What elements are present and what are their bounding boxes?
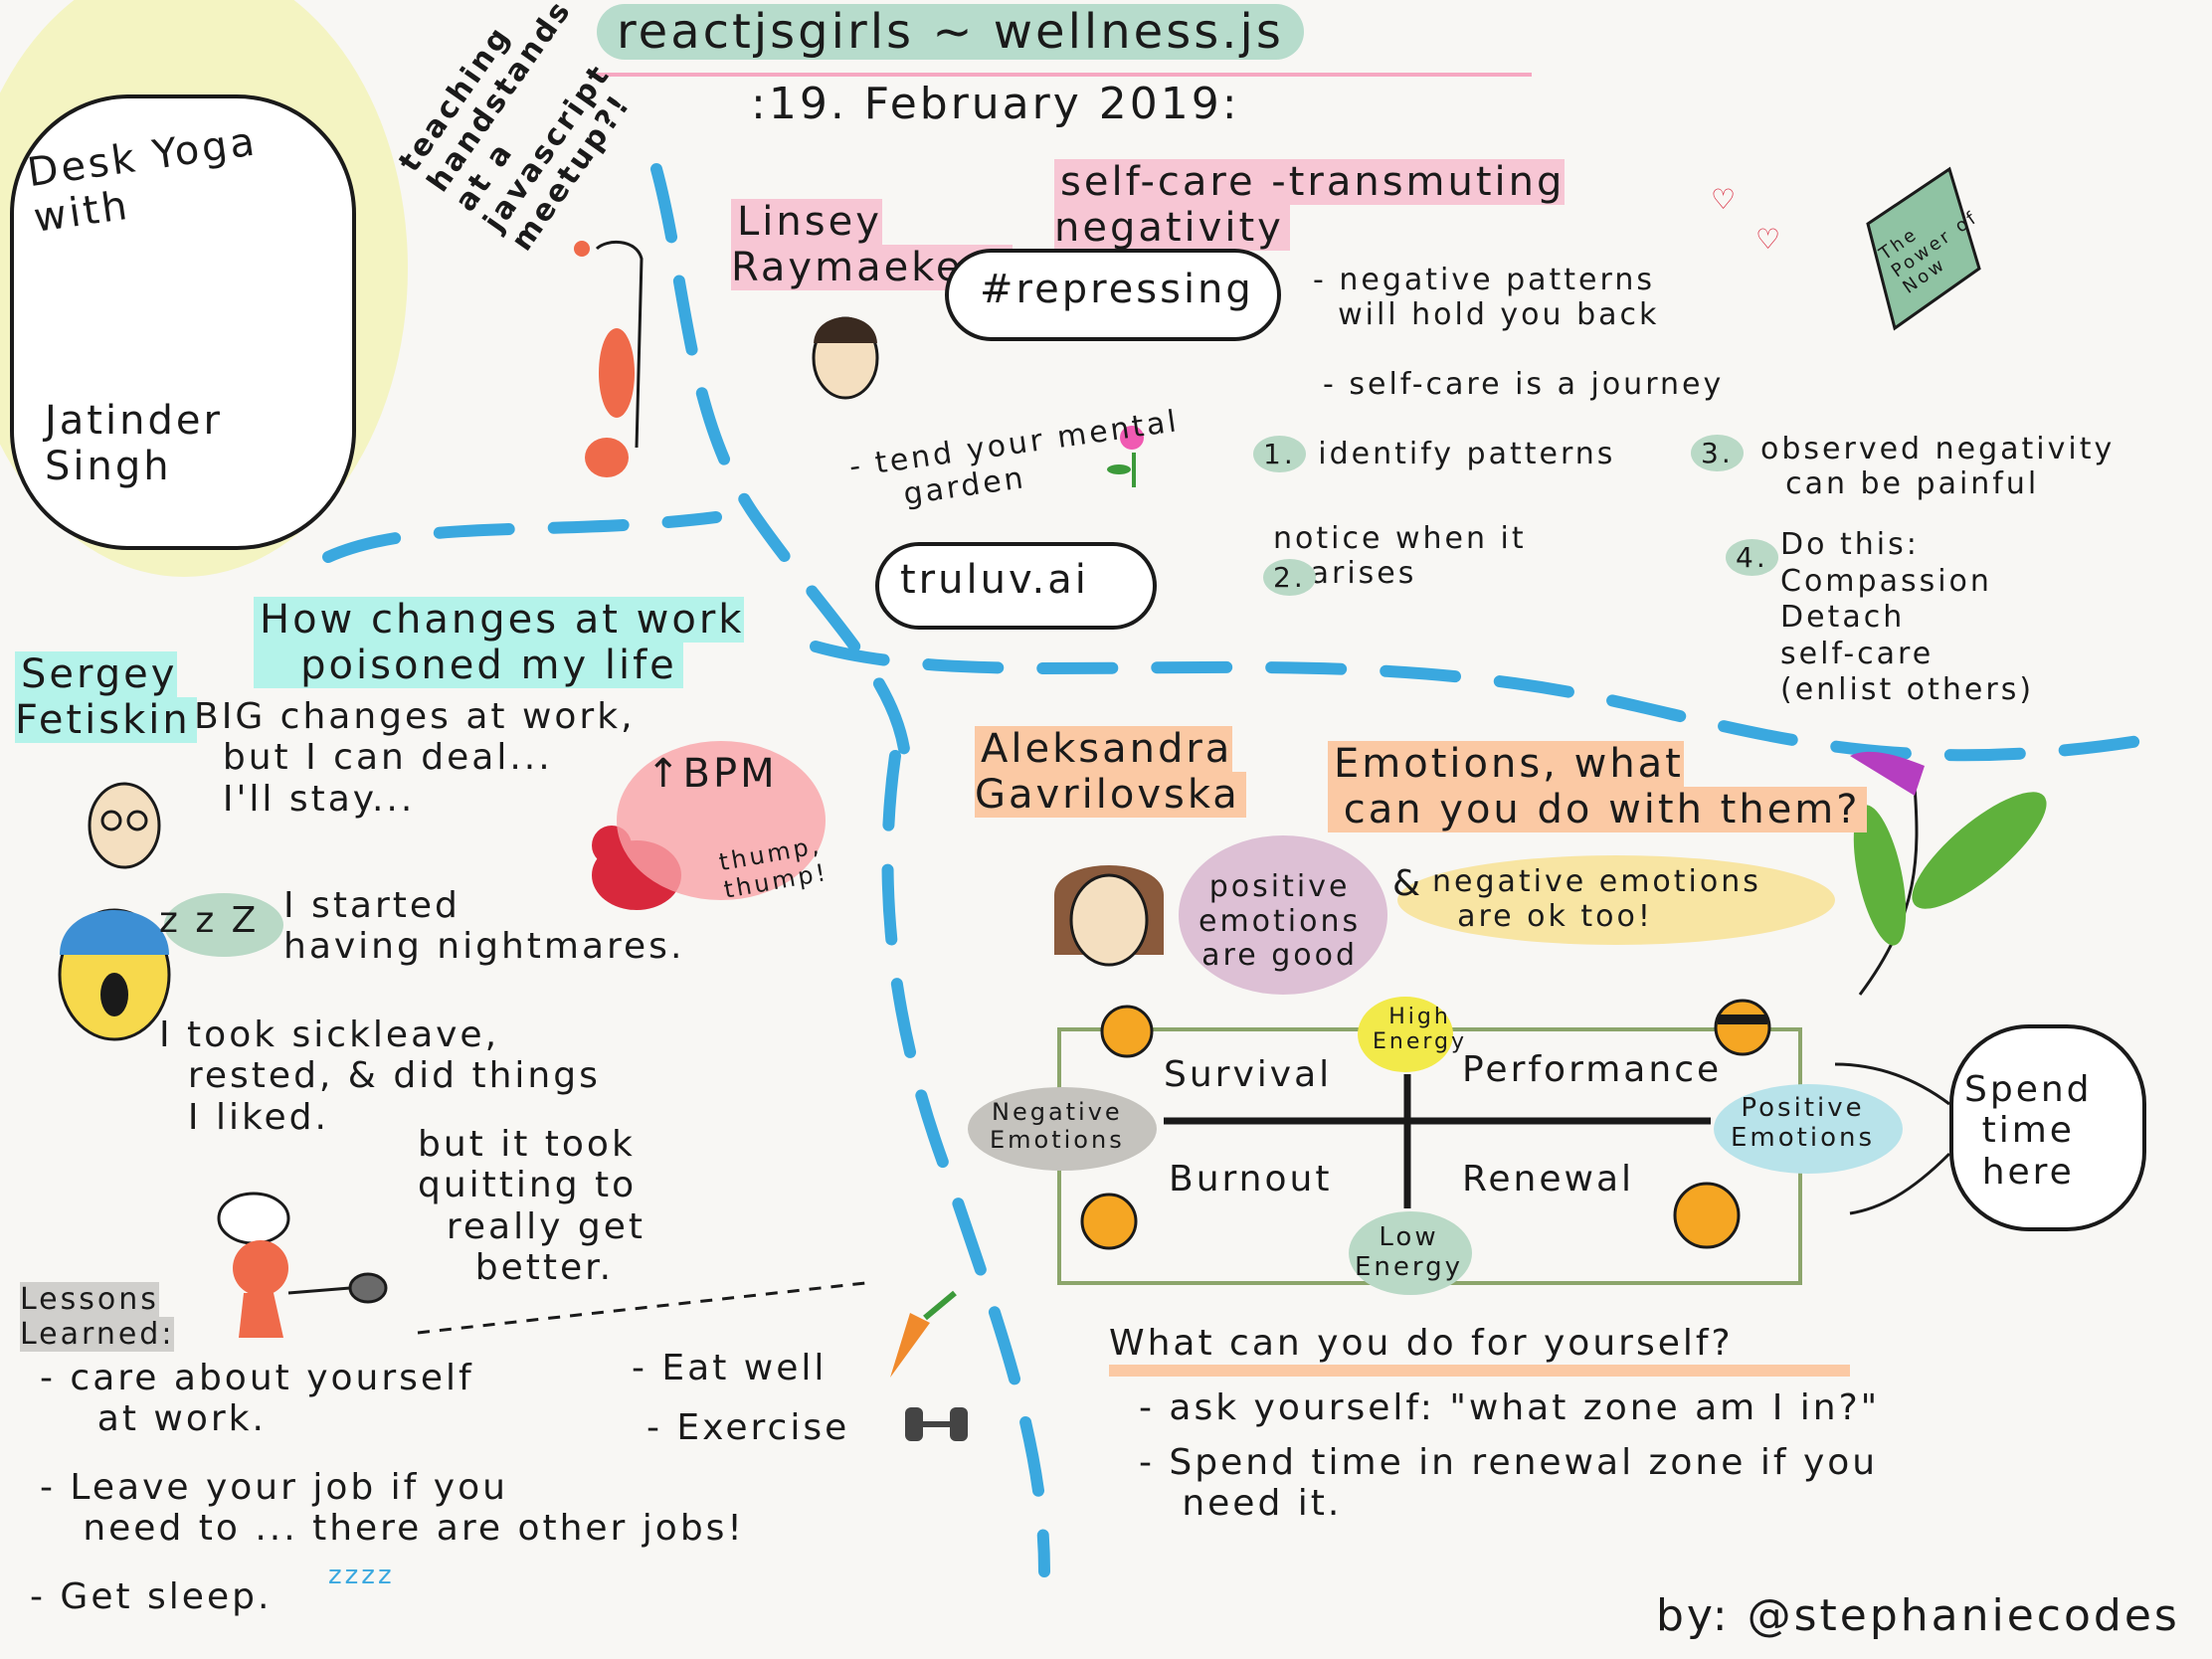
step-1: 1. identify patterns bbox=[1253, 436, 1616, 472]
sergey-story-1: BIG changes at work, but I can deal... I… bbox=[194, 696, 636, 820]
sergey-story-2: I started having nightmares. bbox=[283, 885, 685, 968]
sunglasses-icon bbox=[1718, 1014, 1767, 1024]
divider-horizontal-left bbox=[322, 511, 722, 563]
meh-face-icon bbox=[1100, 1005, 1154, 1058]
answer-1: - ask yourself: "what zone am I in?" bbox=[1139, 1387, 1881, 1428]
step-3-number: 3. bbox=[1691, 435, 1744, 471]
step-3: 3. bbox=[1691, 435, 1744, 471]
small-heart-icon: ♡ bbox=[1711, 183, 1736, 216]
lesson-2: - Leave your job if you need to ... ther… bbox=[40, 1467, 745, 1550]
sergey-story-4: but it took quitting to really get bette… bbox=[418, 1124, 645, 1289]
linsey-point-patterns: - negative patterns will hold you back bbox=[1313, 263, 1660, 332]
step-1-text: identify patterns bbox=[1318, 437, 1616, 471]
lesson-eat: - Eat well bbox=[632, 1348, 828, 1388]
lessons-title: Lessons Learned: bbox=[20, 1282, 175, 1352]
handstand-figure-icon bbox=[574, 240, 644, 477]
cool-face-icon bbox=[1714, 999, 1771, 1056]
positive-emotions-text: positive emotions are good bbox=[1198, 869, 1362, 973]
sergey-topic: How changes at work poisoned my life bbox=[254, 597, 745, 688]
small-heart-icon: ♡ bbox=[1755, 223, 1780, 256]
lesson-3: - Get sleep. bbox=[30, 1576, 273, 1617]
linsey-topic: self-care -transmuting negativity bbox=[1054, 159, 1566, 251]
sergey-story-3: I took sickleave, rested, & did things I… bbox=[159, 1014, 601, 1138]
lesson-1: - care about yourself at work. bbox=[40, 1358, 474, 1440]
carrot-icon bbox=[890, 1290, 957, 1378]
linsey-point-journey: - self-care is a journey bbox=[1323, 367, 1725, 402]
scream-face-icon bbox=[58, 908, 171, 1041]
question-text: What can you do for yourself? bbox=[1109, 1323, 1734, 1364]
lessons-separator bbox=[417, 1281, 866, 1335]
event-title: reactjsgirls ~ wellness.js bbox=[597, 4, 1304, 60]
repressing-tag: #repressing bbox=[980, 267, 1254, 312]
linsey-face-icon bbox=[812, 316, 879, 400]
quadrant-renewal: Renewal bbox=[1462, 1159, 1635, 1199]
chef-icon bbox=[217, 1192, 388, 1338]
truluv-link: truluv.ai bbox=[900, 557, 1089, 603]
answer-2: - Spend time in renewal zone if you need… bbox=[1139, 1442, 1879, 1525]
quadrant-burnout: Burnout bbox=[1169, 1159, 1333, 1199]
step-2: 2. bbox=[1263, 559, 1316, 596]
zzz-text: z z Z bbox=[159, 900, 260, 941]
desk-yoga-speaker: Jatinder Singh bbox=[45, 398, 223, 489]
event-date: :19. February 2019: bbox=[751, 79, 1240, 129]
step-2-number: 2. bbox=[1263, 559, 1316, 596]
negative-emotions-label: Negative Emotions bbox=[990, 1098, 1125, 1154]
lesson-exercise: - Exercise bbox=[646, 1407, 850, 1448]
author-credit: by: @stephaniecodes bbox=[1656, 1590, 2180, 1641]
step-4-number: 4. bbox=[1726, 539, 1778, 576]
step-4-text: Do this: Compassion Detach self-care (en… bbox=[1780, 527, 2035, 708]
bpm-label: ↑BPM bbox=[646, 751, 778, 797]
relaxed-face-icon bbox=[1673, 1182, 1741, 1249]
step-1-number: 1. bbox=[1253, 436, 1306, 472]
sleep-z: zzzz bbox=[328, 1561, 395, 1590]
high-energy-label: High Energy bbox=[1373, 1005, 1468, 1055]
jatinder-face-holder bbox=[70, 219, 229, 398]
low-energy-label: Low Energy bbox=[1355, 1222, 1464, 1282]
big-flower-icon bbox=[1850, 751, 2047, 996]
angry-face-icon bbox=[1080, 1193, 1138, 1250]
sergey-face-icon bbox=[88, 782, 161, 869]
quadrant-performance: Performance bbox=[1462, 1049, 1723, 1090]
quadrant-survival: Survival bbox=[1164, 1054, 1333, 1095]
dumbbell-icon bbox=[905, 1407, 968, 1441]
negative-emotions-text: negative emotions are ok too! bbox=[1432, 864, 1761, 934]
step-4: 4. bbox=[1726, 539, 1778, 576]
aleksandra-topic: Emotions, what can you do with them? bbox=[1328, 741, 1867, 832]
step-3-text: observed negativity can be painful bbox=[1760, 432, 2116, 501]
positive-emotions-label: Positive Emotions bbox=[1731, 1093, 1876, 1153]
aleksandra-speaker: Aleksandra Gavrilovska bbox=[975, 726, 1246, 818]
sergey-speaker: Sergey Fetiskin bbox=[15, 651, 197, 743]
aleksandra-face-icon bbox=[1054, 865, 1164, 967]
ampersand: & bbox=[1392, 863, 1424, 904]
spend-time-text: Spend time here bbox=[1964, 1069, 2093, 1193]
